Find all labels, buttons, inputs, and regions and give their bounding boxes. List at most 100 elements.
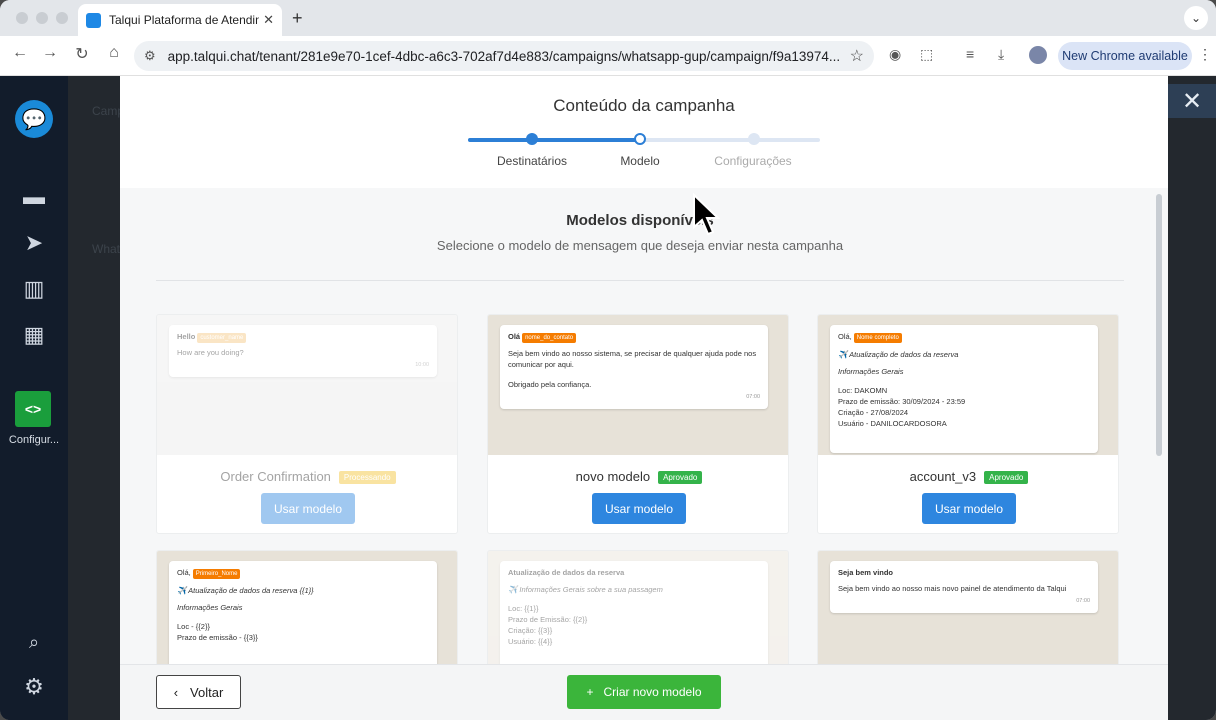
create-template-label: Criar novo modelo [603, 685, 702, 699]
bubble-line: Seja bem vindo ao nosso sistema, se prec… [508, 349, 757, 369]
back-arrow-icon[interactable]: ← [8, 44, 32, 62]
bubble-line: Loc: DAKOMN [838, 386, 888, 395]
step-dot-template[interactable] [634, 133, 646, 145]
back-button-label: Voltar [190, 684, 224, 700]
template-preview: Atualização de dados da reserva ✈️ Infor… [488, 551, 788, 664]
maximize-window-button[interactable] [56, 12, 68, 24]
bubble-time: 07:00 [1076, 598, 1090, 604]
chrome-menu-icon[interactable]: ⋮ [1198, 46, 1212, 63]
dashboard-grid-icon[interactable]: ▦ [0, 322, 68, 348]
bubble-line: How are you doing? [177, 348, 244, 357]
bubble-line: Loc - {{2}} [177, 622, 210, 631]
template-name: account_v3 [909, 469, 977, 484]
create-template-button[interactable]: + Criar novo modelo [567, 675, 721, 709]
template-card-6: Seja bem vindo Seja bem vindo ao nosso m… [817, 550, 1119, 664]
divider [156, 280, 1124, 281]
extensions-puzzle-icon[interactable]: ⬚ [920, 46, 933, 63]
status-badge: Processando [338, 471, 396, 484]
bubble-greeting: Seja bem vindo [838, 568, 894, 577]
home-icon[interactable]: ⌂ [102, 44, 126, 62]
bubble-line: Criação: {{3}} [508, 626, 553, 635]
talqui-logo-icon[interactable]: 💬 [15, 100, 53, 138]
bubble-line: Prazo de emissão: 30/09/2024 - 23:59 [838, 397, 966, 406]
download-icon[interactable]: ⤓ [998, 46, 1004, 63]
gear-icon[interactable]: ⚙ [0, 674, 68, 700]
browser-tab[interactable]: Talqui Plataforma de Atendim ✕ [78, 4, 282, 36]
template-name-row: Order Confirmation Processando [157, 469, 457, 484]
bubble-line: ✈️ Atualização de dados da reserva {{1}} [177, 586, 314, 595]
tab-bar: Talqui Plataforma de Atendim ✕ + ⌄ [0, 0, 1216, 36]
step-dot-recipients[interactable] [526, 133, 538, 145]
template-preview: Olá, Nome completo ✈️ Atualização de dado… [818, 315, 1118, 455]
use-template-button[interactable]: Usar modelo [261, 493, 355, 524]
close-modal-button[interactable]: ✕ [1168, 84, 1216, 118]
forward-arrow-icon[interactable]: → [38, 44, 62, 62]
campaign-content-modal: Conteúdo da campanha Destinatários Model… [120, 76, 1168, 720]
message-bubble: Seja bem vindo Seja bem vindo ao nosso m… [830, 561, 1098, 613]
bookmark-star-icon[interactable]: ☆ [850, 46, 864, 66]
search-icon[interactable]: ⌕ [0, 632, 68, 653]
settings-code-icon[interactable]: <> [15, 391, 51, 427]
status-badge: Aprovado [658, 471, 703, 484]
section-title: Modelos disponíveis [566, 212, 714, 229]
template-card-account-v3: Olá, Nome completo ✈️ Atualização de dado… [817, 314, 1119, 534]
step-label-settings[interactable]: Configurações [693, 154, 813, 168]
send-campaign-icon[interactable]: ➤ [0, 230, 68, 256]
template-card-novo-modelo: Olá nome_do_contato Seja bem vindo ao nos… [487, 314, 789, 534]
templates-scroll-area[interactable]: Modelos disponíveis Selecione o modelo d… [120, 188, 1168, 664]
step-dot-settings[interactable] [748, 133, 760, 145]
bubble-greeting: Olá [508, 332, 521, 341]
mouse-pointer-icon [693, 193, 720, 236]
bubble-line: Obrigado pela confiança. [508, 380, 592, 389]
template-card-5: Atualização de dados da reserva ✈️ Infor… [487, 550, 789, 664]
new-chrome-available-button[interactable]: New Chrome available [1058, 42, 1192, 70]
message-bubble: Hello customer_name How are you doing? 10… [169, 325, 437, 377]
back-button[interactable]: ‹ Voltar [156, 675, 241, 709]
bubble-greeting: Olá, [177, 568, 191, 577]
bubble-line: ✈️ Informações Gerais sobre a sua passag… [508, 585, 663, 594]
stepper-progress-fill [468, 138, 644, 142]
close-window-button[interactable] [16, 12, 28, 24]
bubble-line: Seja bem vindo ao nosso mais novo painel… [838, 584, 1067, 593]
template-card-order-confirmation: Hello customer_name How are you doing? 10… [156, 314, 458, 534]
url-text: app.talqui.chat/tenant/281e9e70-1cef-4db… [167, 48, 841, 64]
variable-tag: nome_do_contato [522, 333, 577, 343]
site-info-icon[interactable]: ⚙ [144, 48, 156, 64]
bubble-greeting: Atualização de dados da reserva [508, 568, 625, 577]
scrollbar-thumb[interactable] [1156, 194, 1162, 456]
use-template-button[interactable]: Usar modelo [922, 493, 1016, 524]
window-controls [16, 12, 68, 24]
media-controls-icon[interactable]: ≡ [966, 46, 974, 62]
background-label: What [92, 242, 121, 256]
reports-chart-icon[interactable]: ▥ [0, 276, 68, 302]
use-template-button[interactable]: Usar modelo [592, 493, 686, 524]
reload-icon[interactable]: ↻ [70, 44, 94, 64]
modal-footer: ‹ Voltar + Criar novo modelo [120, 664, 1168, 720]
template-name: novo modelo [575, 469, 651, 484]
new-tab-button[interactable]: + [292, 8, 303, 29]
step-label-recipients[interactable]: Destinatários [472, 154, 592, 168]
template-name-row: account_v3 Aprovado [818, 469, 1118, 484]
sidebar-item-config-label[interactable]: Configur... [0, 434, 68, 446]
profile-avatar[interactable] [1029, 46, 1047, 64]
tab-title: Talqui Plataforma de Atendim [109, 13, 260, 27]
minimize-window-button[interactable] [36, 12, 48, 24]
address-bar[interactable]: ⚙ app.talqui.chat/tenant/281e9e70-1cef-4… [134, 41, 874, 71]
template-preview: Seja bem vindo Seja bem vindo ao nosso m… [818, 551, 1118, 664]
bubble-line: Usuário - DANILOCARDOSORA [838, 419, 947, 428]
step-label-template[interactable]: Modelo [580, 154, 700, 168]
bubble-line: ✈️ Atualização de dados da reserva [838, 350, 959, 359]
bubble-line: Informações Gerais [838, 367, 904, 376]
template-preview: Olá, Primeiro_Nome ✈️ Atualização de dado… [157, 551, 457, 664]
tab-close-icon[interactable]: ✕ [263, 12, 274, 28]
variable-tag: Primeiro_Nome [192, 569, 241, 579]
template-card-4: Olá, Primeiro_Nome ✈️ Atualização de dado… [156, 550, 458, 664]
bubble-line: Prazo de emissão - {{3}} [177, 633, 258, 642]
chat-icon[interactable]: ▬ [0, 184, 68, 210]
template-name: Order Confirmation [220, 469, 331, 484]
stepper-progress [468, 133, 820, 145]
message-bubble: Olá, Nome completo ✈️ Atualização de dado… [830, 325, 1098, 453]
tab-search-button[interactable]: ⌄ [1184, 6, 1208, 30]
extension-icon[interactable]: ◉ [889, 46, 901, 63]
plus-icon: + [586, 685, 594, 699]
